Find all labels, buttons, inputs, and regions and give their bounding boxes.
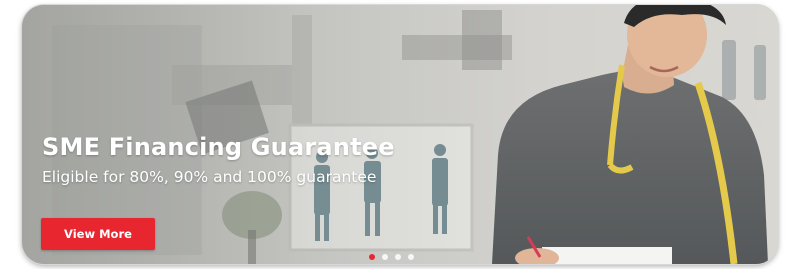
carousel-dot-3[interactable]	[395, 254, 401, 260]
banner-text: SME Financing Guarantee Eligible for 80%…	[42, 133, 395, 186]
carousel-pagination	[369, 254, 414, 260]
banner-title: SME Financing Guarantee	[42, 133, 395, 161]
banner-subtitle: Eligible for 80%, 90% and 100% guarantee	[42, 168, 377, 186]
view-more-button[interactable]: View More	[41, 218, 155, 250]
hero-banner: SME Financing Guarantee Eligible for 80%…	[22, 5, 778, 264]
carousel-dot-4[interactable]	[408, 254, 414, 260]
carousel-dot-1[interactable]	[369, 254, 375, 260]
carousel-dot-2[interactable]	[382, 254, 388, 260]
